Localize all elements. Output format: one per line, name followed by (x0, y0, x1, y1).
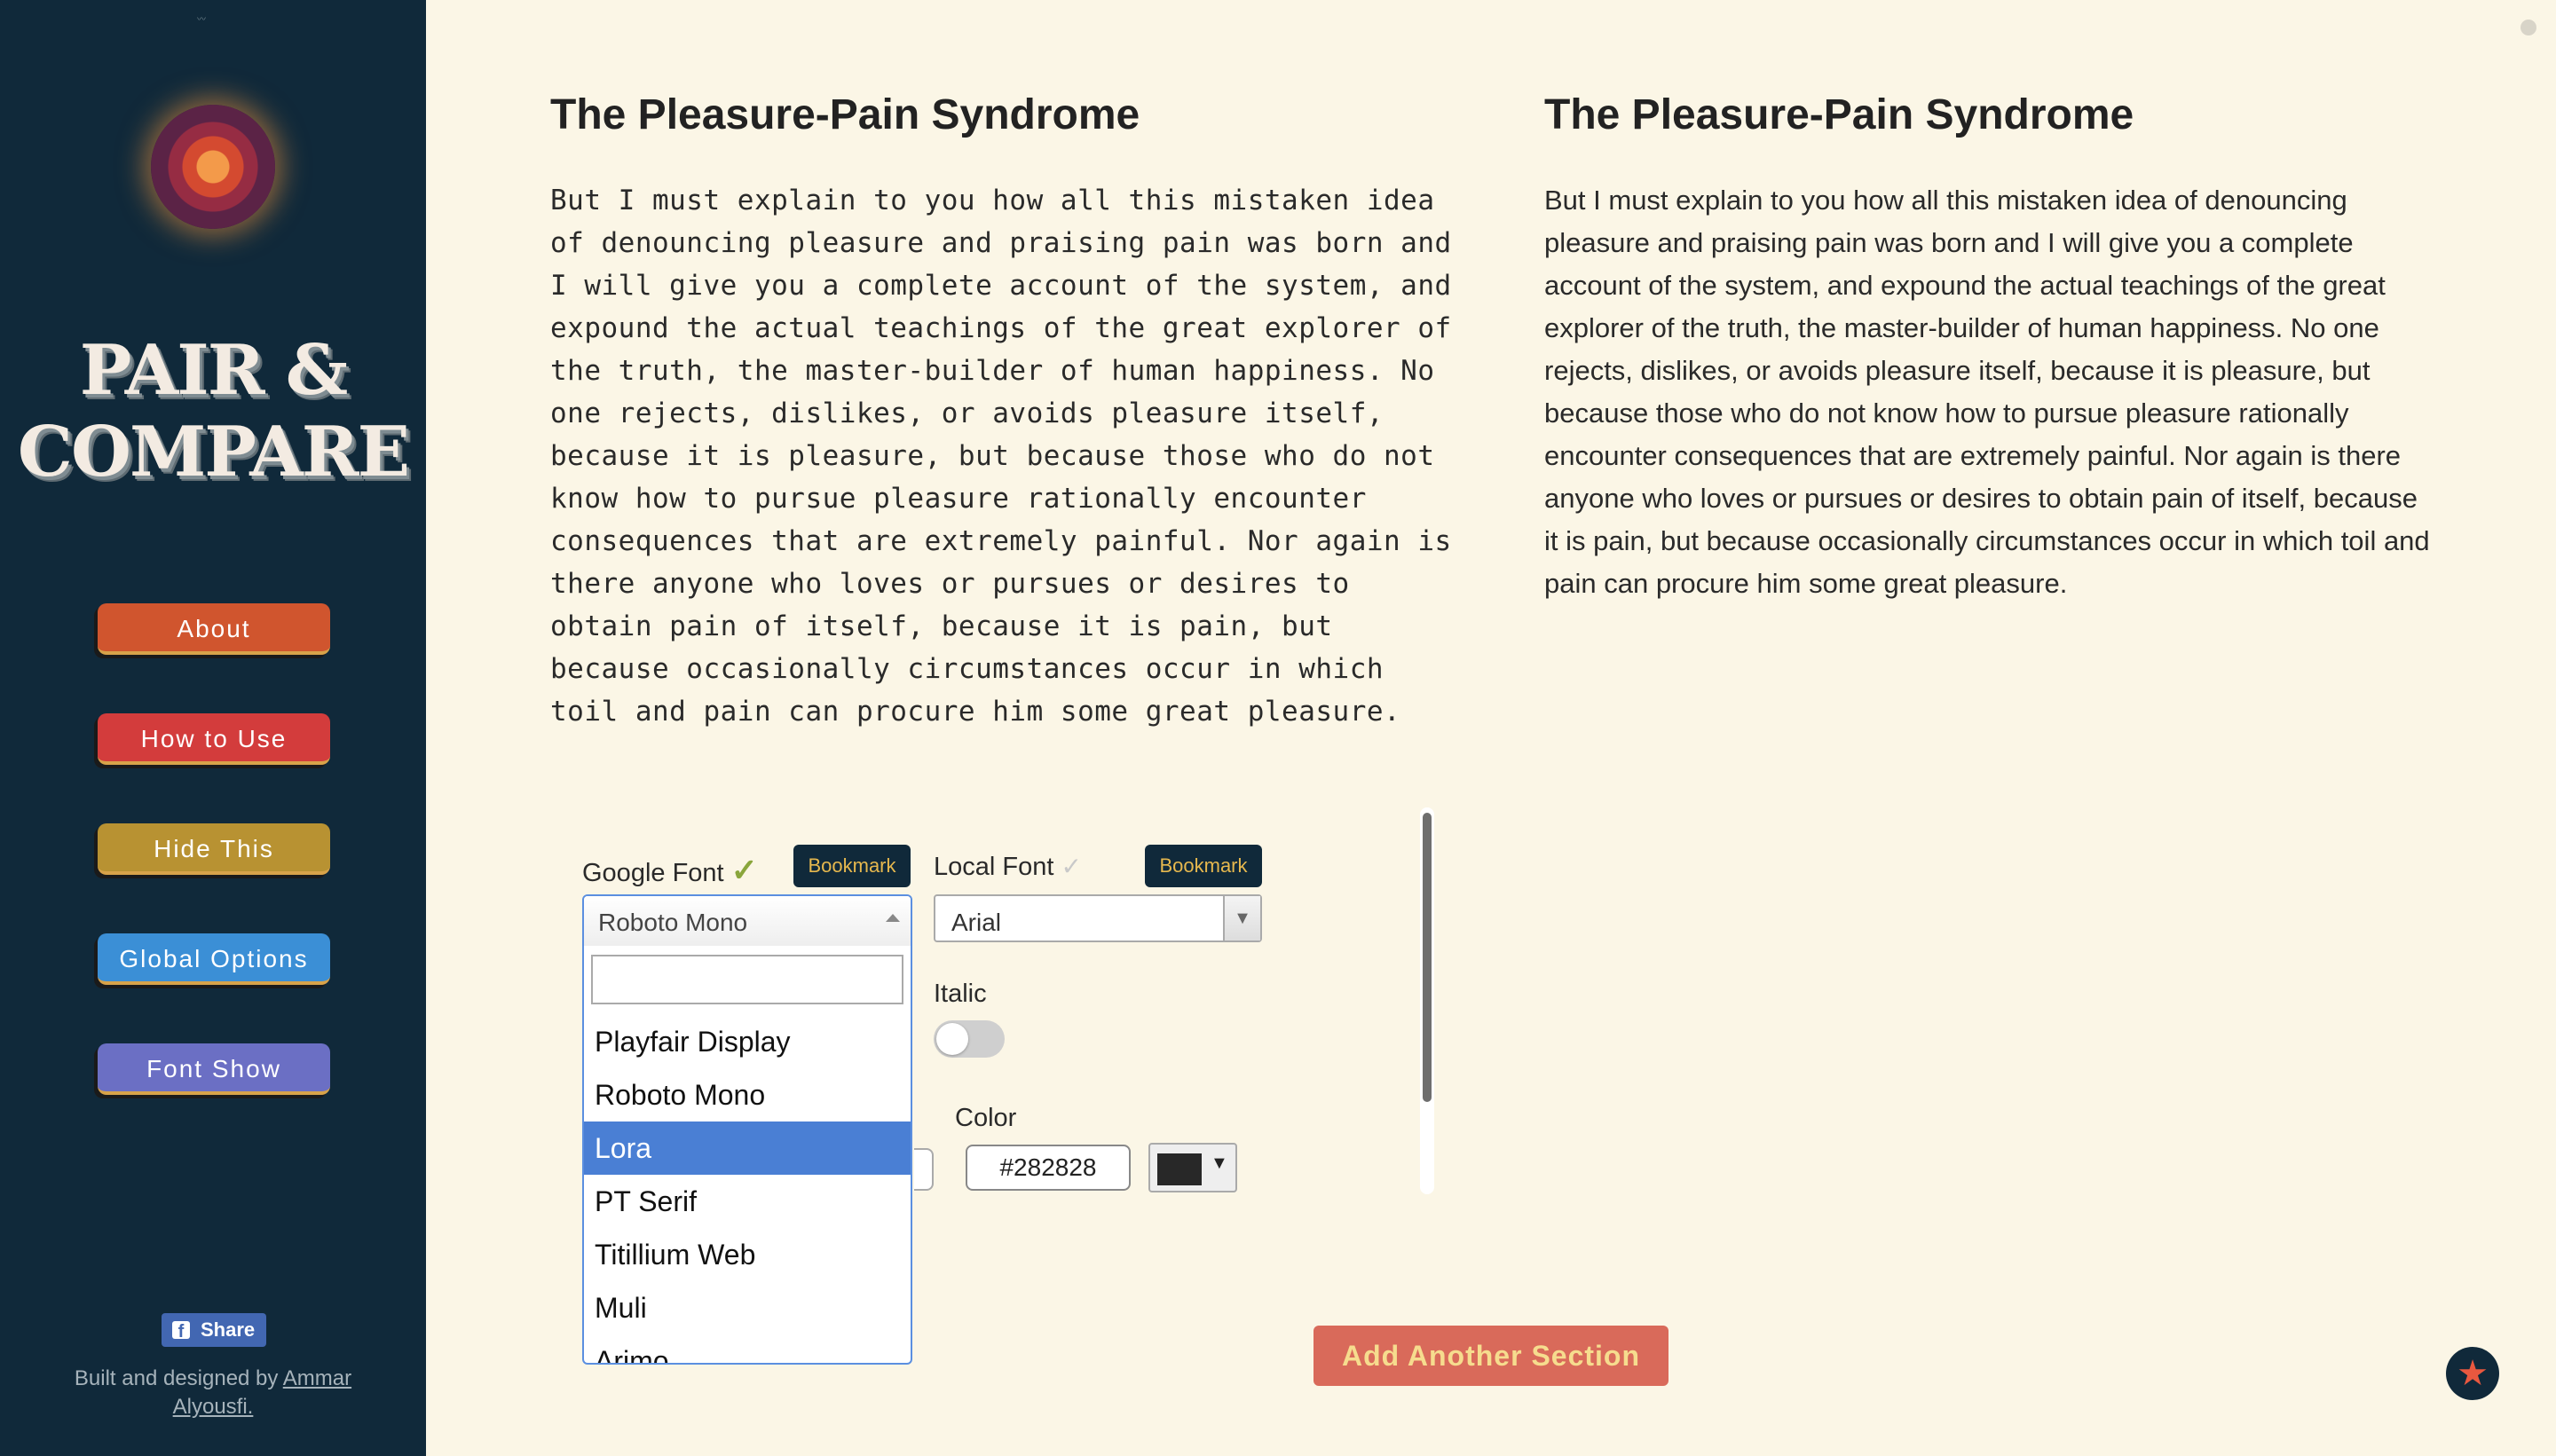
color-picker-button[interactable]: ▼ (1148, 1143, 1237, 1192)
chevron-down-icon: ▼ (1211, 1153, 1228, 1173)
facebook-share-button[interactable]: f Share (162, 1313, 266, 1347)
local-font-label: Local Font ✓ (934, 852, 1082, 882)
how-to-use-button[interactable]: How to Use (98, 713, 330, 765)
right-section-body: But I must explain to you how all this m… (1544, 185, 2430, 599)
top-scribble: 〰 (197, 15, 206, 25)
corner-dot (2520, 20, 2536, 35)
credits-text: Built and designed by (74, 1366, 283, 1390)
hide-this-button[interactable]: Hide This (98, 823, 330, 875)
local-font-value: Arial (951, 909, 1002, 936)
color-swatch (1157, 1153, 1202, 1185)
scrollbar-thumb[interactable] (1423, 813, 1432, 1102)
star-icon[interactable]: ★ (2446, 1347, 2499, 1400)
logo-icon (151, 105, 275, 229)
google-bookmark-button[interactable]: Bookmark (793, 845, 911, 887)
font-options-list: Playfair Display Roboto Mono Lora PT Ser… (584, 1015, 911, 1363)
share-label: Share (201, 1318, 256, 1341)
color-hex-input[interactable]: #282828 (966, 1145, 1131, 1191)
color-label: Color (955, 1104, 1017, 1132)
font-option[interactable]: Arimo (584, 1334, 911, 1363)
google-font-label-text: Google Font (582, 859, 724, 887)
font-option[interactable]: Playfair Display (584, 1015, 911, 1068)
font-option[interactable]: Titillium Web (584, 1228, 911, 1281)
brand-line-2: COMPARE (17, 412, 410, 492)
toggle-knob (936, 1023, 968, 1055)
options-panel-scrollbar[interactable] (1420, 807, 1434, 1194)
italic-toggle[interactable] (934, 1020, 1005, 1058)
local-check-icon: ✓ (1061, 853, 1082, 880)
italic-label: Italic (934, 980, 987, 1008)
size-input[interactable] (914, 1148, 934, 1191)
font-option-highlighted[interactable]: Lora (584, 1122, 911, 1175)
right-section-title: The Pleasure-Pain Syndrome (1544, 91, 2134, 138)
chevron-down-icon[interactable]: ▼ (1223, 896, 1260, 940)
chevron-up-icon (886, 914, 900, 922)
google-check-icon: ✓ (730, 852, 758, 888)
local-font-label-text: Local Font (934, 853, 1054, 881)
font-option[interactable]: Muli (584, 1281, 911, 1334)
google-font-value: Roboto Mono (598, 909, 748, 936)
font-option[interactable]: Roboto Mono (584, 1068, 911, 1122)
sidebar: 〰 PAIR & COMPARE About How to Use Hide T… (0, 0, 426, 1456)
local-font-select[interactable]: Arial ▼ (934, 894, 1262, 942)
facebook-icon: f (172, 1321, 190, 1342)
add-section-button[interactable]: Add Another Section (1314, 1326, 1668, 1386)
brand-line-1: PAIR & (79, 330, 348, 411)
font-option[interactable]: PT Serif (584, 1175, 911, 1228)
google-font-select[interactable]: Roboto Mono (584, 896, 911, 946)
credits: Built and designed by Ammar Alyousfi. (36, 1365, 390, 1421)
global-options-button[interactable]: Global Options (98, 933, 330, 985)
font-search-input[interactable] (591, 955, 903, 1004)
left-section-title: The Pleasure-Pain Syndrome (550, 91, 1140, 138)
font-show-button[interactable]: Font Show (98, 1043, 330, 1095)
local-bookmark-button[interactable]: Bookmark (1145, 845, 1262, 887)
google-font-label: Google Font ✓ (582, 852, 758, 889)
left-section-body: But I must explain to you how all this m… (550, 185, 1452, 728)
google-font-dropdown[interactable]: Roboto Mono Playfair Display Roboto Mono… (582, 894, 912, 1365)
about-button[interactable]: About (98, 603, 330, 655)
brand-title: PAIR & COMPARE (0, 330, 426, 493)
